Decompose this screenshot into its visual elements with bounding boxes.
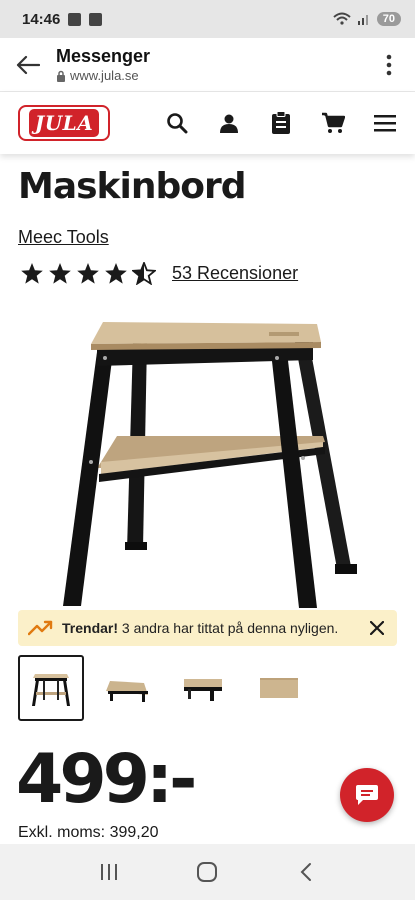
status-bar: 14:46 70: [0, 0, 415, 38]
brand-link[interactable]: Meec Tools: [18, 227, 109, 248]
jula-logo[interactable]: JULA: [18, 105, 110, 141]
recent-apps-icon: [101, 864, 118, 880]
wifi-icon: [333, 12, 351, 25]
kebab-menu-button[interactable]: [377, 51, 401, 79]
thumbnail-4[interactable]: [246, 655, 312, 721]
star-icon: [21, 263, 43, 284]
thumbnail-2[interactable]: [94, 655, 160, 721]
back-button[interactable]: [14, 51, 42, 79]
star-icon: [105, 263, 127, 284]
half-star-icon: [132, 262, 156, 285]
reviews-link[interactable]: 53 Recensioner: [172, 263, 298, 284]
check-notification-icon: [89, 12, 103, 26]
product-page: Maskinbord Meec Tools 53 Recensioner Tre…: [0, 154, 415, 844]
site-header: JULA: [0, 92, 415, 154]
home-icon: [197, 862, 218, 882]
thumbnail-3[interactable]: [170, 655, 236, 721]
gallery-notification-icon: [68, 12, 82, 26]
close-icon: [370, 621, 384, 635]
search-button[interactable]: [165, 111, 189, 135]
product-rating[interactable]: 53 Recensioner: [20, 262, 298, 285]
battery-indicator: 70: [376, 12, 401, 26]
back-chevron-icon: [300, 863, 311, 881]
product-image[interactable]: [55, 314, 365, 614]
trend-label: Trendar!: [62, 620, 119, 636]
close-banner-button[interactable]: [367, 618, 387, 638]
cart-icon: [322, 112, 345, 133]
trend-text: 3 andra har tittat på denna nyligen.: [121, 620, 339, 636]
search-icon: [167, 113, 188, 134]
url-text: www.jula.se: [70, 68, 139, 83]
signal-icon: [357, 15, 368, 25]
browser-app-bar: Messenger www.jula.se: [0, 38, 415, 92]
thumbnail-strip: [18, 655, 312, 721]
app-name: Messenger: [56, 46, 151, 66]
kebab-menu-icon: [386, 54, 392, 75]
system-navigation-bar: [0, 844, 415, 900]
star-icon: [77, 263, 99, 284]
thumbnail-stand-image: [32, 674, 70, 706]
logo-text: JULA: [28, 109, 100, 137]
status-time: 14:46: [22, 10, 61, 28]
cart-button[interactable]: [321, 111, 345, 135]
account-button[interactable]: [217, 111, 241, 135]
shopping-list-button[interactable]: [269, 111, 293, 135]
thumbnail-top-image: [260, 678, 298, 698]
product-title: Maskinbord: [18, 166, 246, 207]
home-button[interactable]: [187, 852, 227, 892]
chat-icon: [356, 785, 378, 805]
trend-message: Trendar! 3 andra har tittat på denna nyl…: [62, 620, 338, 636]
hamburger-menu-icon: [374, 115, 396, 132]
user-icon: [220, 114, 238, 133]
price-excl-vat: Exkl. moms: 399,20: [18, 824, 159, 841]
product-price: 499:-: [16, 740, 197, 819]
chat-button[interactable]: [340, 768, 394, 822]
recent-apps-button[interactable]: [89, 852, 129, 892]
trend-up-icon: [28, 620, 53, 636]
back-arrow-icon: [16, 55, 40, 74]
page-url: www.jula.se: [56, 68, 150, 83]
thumbnail-corner-image: [184, 679, 222, 701]
back-nav-button[interactable]: [286, 852, 326, 892]
trend-banner: Trendar! 3 andra har tittat på denna nyl…: [18, 610, 397, 646]
lock-icon: [57, 70, 65, 82]
thumbnail-1[interactable]: [18, 655, 84, 721]
star-icon: [49, 263, 71, 284]
thumbnail-board-image: [106, 681, 148, 702]
app-title-block: Messenger www.jula.se: [56, 46, 150, 83]
clipboard-icon: [272, 111, 290, 134]
rating-stars: [20, 262, 156, 285]
main-menu-button[interactable]: [373, 111, 397, 135]
